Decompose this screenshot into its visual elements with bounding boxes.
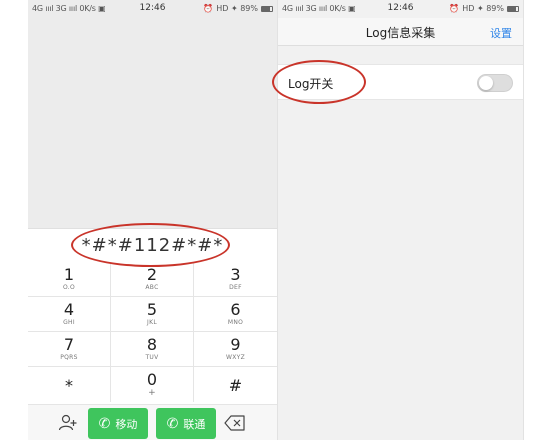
key-digit: 5 xyxy=(146,300,158,319)
toggle-knob xyxy=(479,76,493,90)
key-digit: 1 xyxy=(63,265,75,284)
key-letters: + xyxy=(148,388,156,398)
settings-link[interactable]: 设置 xyxy=(490,25,512,41)
battery-text: HD ✦ 89% xyxy=(462,4,504,13)
log-switch-label: Log开关 xyxy=(288,77,334,91)
key-letters: PQRS xyxy=(60,354,78,361)
key-0[interactable]: 0 + xyxy=(111,367,194,402)
key-6[interactable]: 6 MNO xyxy=(194,297,277,332)
phone-icon: ✆ xyxy=(166,415,179,432)
dialed-number-display: *#*#112#*#* xyxy=(28,228,277,262)
key-star[interactable]: * xyxy=(28,367,111,402)
key-digit: 6 xyxy=(230,300,241,319)
key-2[interactable]: 2 ABC xyxy=(111,262,194,297)
status-right: ⏰ HD ✦ 89% xyxy=(449,4,519,13)
key-letters: ABC xyxy=(145,284,159,291)
alarm-icon: ⏰ xyxy=(203,4,214,13)
add-contact-icon[interactable] xyxy=(58,413,78,433)
key-digit: 9 xyxy=(230,335,241,354)
key-digit: # xyxy=(228,376,243,395)
key-digit: 8 xyxy=(146,335,158,354)
key-1[interactable]: 1 O.O xyxy=(28,262,111,297)
key-digit: 2 xyxy=(146,265,158,284)
page-title: Log信息采集 xyxy=(365,26,436,40)
page-edge xyxy=(523,0,524,440)
call-mobile-label: 移动 xyxy=(115,417,138,431)
keypad: 1 O.O 2 ABC 3 DEF 4 GHI 5 JKL 6 MNO 7 PQRS 8 TUV… xyxy=(28,262,277,404)
call-unicom-label: 联通 xyxy=(183,417,206,431)
battery-icon xyxy=(507,5,519,12)
dialed-number: *#*#112#*#* xyxy=(81,235,224,256)
status-bar: 4G ıııl 3G ıııl 0K/s ▣ 12:46 ⏰ HD ✦ 89% xyxy=(28,0,277,18)
key-letters: MNO xyxy=(227,319,244,326)
dialer-action-bar: ✆ 移动 ✆ 联通 xyxy=(28,404,277,440)
status-bar: 4G ıııl 3G ıııl 0K/s ▣ 12:46 ⏰ HD ✦ 89% xyxy=(278,0,523,18)
phone-icon: ✆ xyxy=(98,415,111,432)
key-7[interactable]: 7 PQRS xyxy=(28,332,111,367)
key-digit: 7 xyxy=(63,335,75,354)
status-right: ⏰ HD ✦ 89% xyxy=(203,4,273,13)
dialer-screen: 4G ıııl 3G ıııl 0K/s ▣ 12:46 ⏰ HD ✦ 89% … xyxy=(28,0,277,440)
key-hash[interactable]: # xyxy=(194,367,277,402)
call-unicom-button[interactable]: ✆ 联通 xyxy=(156,408,216,439)
key-letters: DEF xyxy=(229,284,242,291)
key-5[interactable]: 5 JKL xyxy=(111,297,194,332)
key-8[interactable]: 8 TUV xyxy=(111,332,194,367)
log-settings-screen: 4G ıııl 3G ıııl 0K/s ▣ 12:46 ⏰ HD ✦ 89% … xyxy=(277,0,523,440)
key-digit: 4 xyxy=(63,300,75,319)
alarm-icon: ⏰ xyxy=(449,4,460,13)
log-switch-toggle[interactable] xyxy=(477,74,513,92)
key-letters: JKL xyxy=(147,319,157,326)
navigation-bar: Log信息采集 设置 xyxy=(278,18,523,46)
key-3[interactable]: 3 DEF xyxy=(194,262,277,297)
backspace-icon[interactable] xyxy=(224,415,246,431)
log-switch-row[interactable]: Log开关 xyxy=(278,64,523,100)
key-9[interactable]: 9 WXYZ xyxy=(194,332,277,367)
key-digit: * xyxy=(65,376,73,395)
battery-icon xyxy=(261,5,273,12)
key-letters: TUV xyxy=(145,354,159,361)
call-mobile-button[interactable]: ✆ 移动 xyxy=(88,408,148,439)
key-letters: GHI xyxy=(63,319,75,326)
battery-text: HD ✦ 89% xyxy=(216,4,258,13)
key-4[interactable]: 4 GHI xyxy=(28,297,111,332)
key-letters: WXYZ xyxy=(225,354,246,361)
key-letters: O.O xyxy=(62,284,75,291)
key-digit: 0 xyxy=(146,370,158,389)
key-digit: 3 xyxy=(230,265,241,284)
